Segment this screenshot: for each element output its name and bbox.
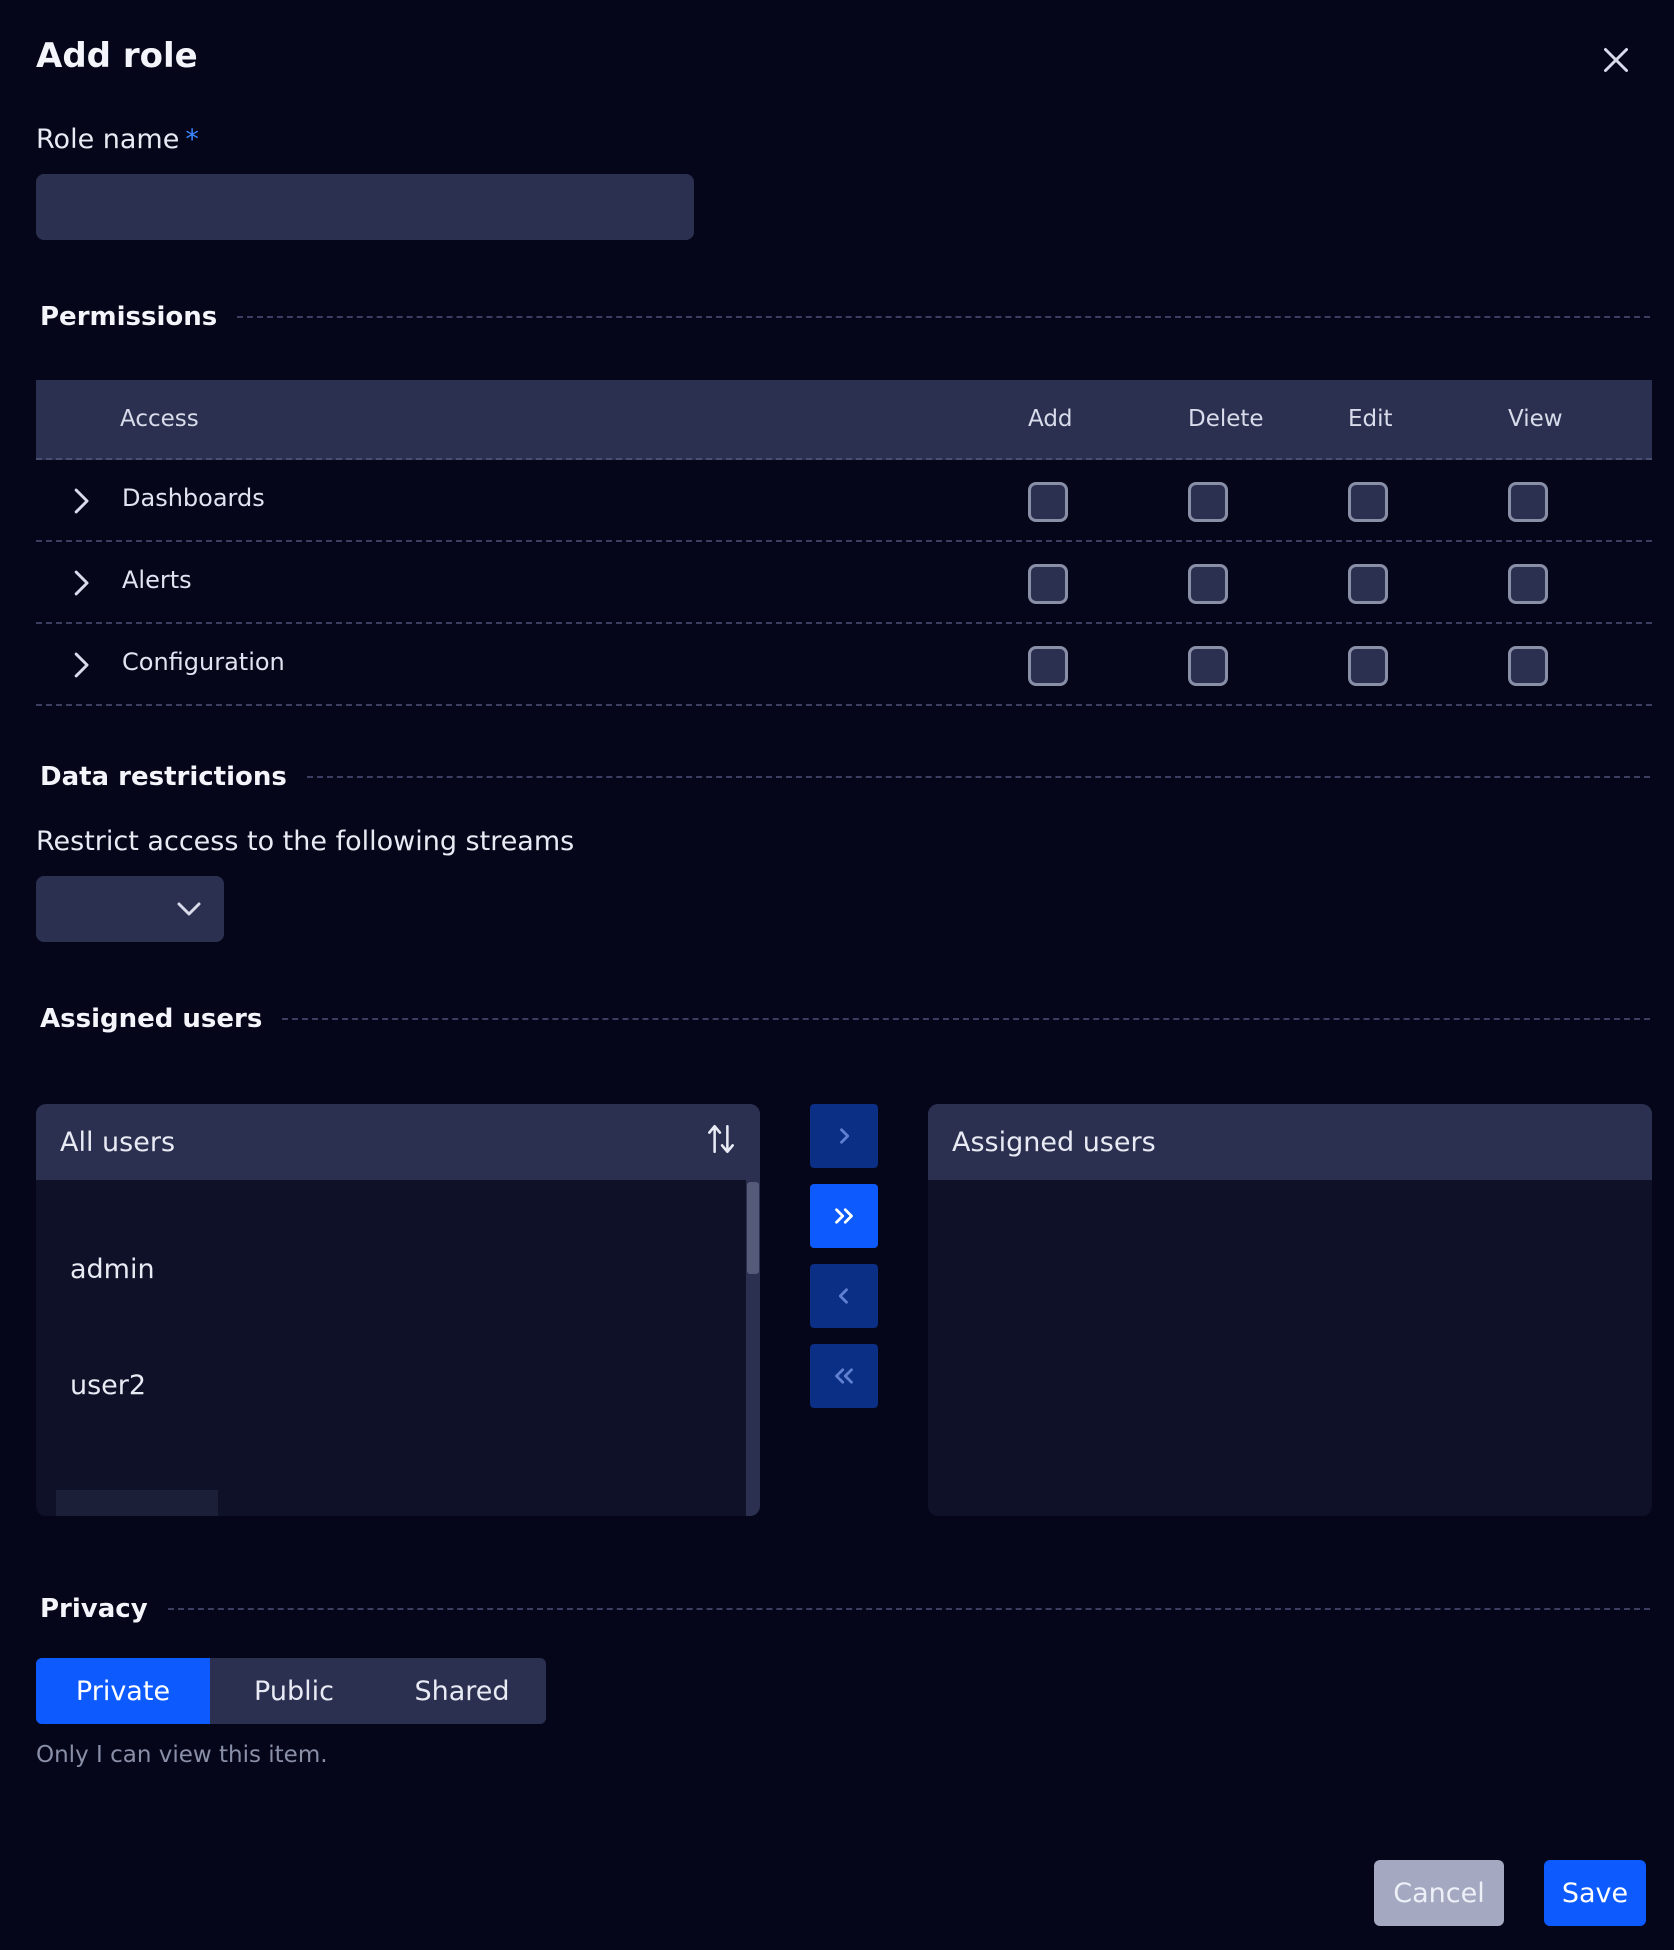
assigned-users-section-title: Assigned users — [40, 1004, 1650, 1034]
streams-select[interactable] — [36, 876, 224, 942]
permissions-table-header: Access Add Delete Edit View — [36, 380, 1652, 460]
role-name-label: Role name * — [36, 124, 199, 155]
chevron-right-icon[interactable] — [66, 566, 96, 600]
section-divider — [306, 776, 1650, 778]
checkbox-configuration-view[interactable] — [1508, 646, 1548, 686]
privacy-option-public[interactable]: Public — [210, 1658, 378, 1724]
checkbox-alerts-add[interactable] — [1028, 564, 1068, 604]
assigned-users-list: Assigned users — [928, 1104, 1652, 1516]
chevron-right-icon[interactable] — [66, 484, 96, 518]
privacy-section-title: Privacy — [40, 1594, 1650, 1624]
permission-row-label: Configuration — [122, 648, 285, 676]
role-name-input[interactable] — [36, 174, 694, 240]
chevron-left-icon — [838, 1288, 848, 1304]
column-view: View — [1508, 406, 1563, 432]
checkbox-alerts-edit[interactable] — [1348, 564, 1388, 604]
privacy-segmented-control: Private Public Shared — [36, 1658, 546, 1724]
move-all-right-button[interactable] — [810, 1184, 878, 1248]
double-chevron-right-icon — [835, 1208, 853, 1224]
required-mark: * — [185, 124, 199, 155]
move-all-left-button[interactable] — [810, 1344, 878, 1408]
chevron-right-icon[interactable] — [66, 648, 96, 682]
add-role-dialog: Add role Role name * Permissions Access A… — [0, 0, 1674, 1950]
privacy-option-shared[interactable]: Shared — [378, 1658, 546, 1724]
section-divider — [237, 316, 1650, 318]
checkbox-dashboards-add[interactable] — [1028, 482, 1068, 522]
permission-row-configuration: Configuration — [36, 624, 1652, 706]
chevron-right-icon — [840, 1128, 850, 1144]
checkbox-configuration-delete[interactable] — [1188, 646, 1228, 686]
restrict-streams-label: Restrict access to the following streams — [36, 826, 575, 857]
privacy-hint: Only I can view this item. — [36, 1742, 328, 1768]
checkbox-configuration-edit[interactable] — [1348, 646, 1388, 686]
scrollbar-thumb[interactable] — [747, 1182, 759, 1274]
permissions-section-title: Permissions — [40, 302, 1650, 332]
checkbox-configuration-add[interactable] — [1028, 646, 1068, 686]
move-selected-right-button[interactable] — [810, 1104, 878, 1168]
checkbox-dashboards-delete[interactable] — [1188, 482, 1228, 522]
all-users-list: All users admin user2 — [36, 1104, 760, 1516]
cancel-button[interactable]: Cancel — [1374, 1860, 1504, 1926]
privacy-option-private[interactable]: Private — [36, 1658, 210, 1724]
column-add: Add — [1028, 406, 1073, 432]
column-edit: Edit — [1348, 406, 1393, 432]
all-users-header: All users — [36, 1104, 760, 1180]
close-icon[interactable] — [1598, 42, 1634, 78]
checkbox-alerts-view[interactable] — [1508, 564, 1548, 604]
permission-row-label: Dashboards — [122, 484, 265, 512]
dialog-title: Add role — [36, 36, 198, 76]
chevron-down-icon — [177, 902, 201, 916]
permission-row-dashboards: Dashboards — [36, 460, 1652, 542]
data-restrictions-section-title: Data restrictions — [40, 762, 1650, 792]
double-chevron-left-icon — [835, 1368, 853, 1384]
assigned-users-header: Assigned users — [928, 1104, 1652, 1180]
section-divider — [167, 1608, 1650, 1610]
list-item-partial — [56, 1490, 218, 1516]
section-divider — [282, 1018, 1650, 1020]
list-item[interactable]: user2 — [70, 1370, 146, 1401]
column-delete: Delete — [1188, 406, 1264, 432]
checkbox-dashboards-edit[interactable] — [1348, 482, 1388, 522]
scrollbar[interactable] — [746, 1180, 760, 1516]
permission-row-label: Alerts — [122, 566, 192, 594]
save-button[interactable]: Save — [1544, 1860, 1646, 1926]
column-access: Access — [120, 406, 199, 432]
checkbox-dashboards-view[interactable] — [1508, 482, 1548, 522]
sort-icon[interactable] — [706, 1122, 736, 1163]
permission-row-alerts: Alerts — [36, 542, 1652, 624]
move-selected-left-button[interactable] — [810, 1264, 878, 1328]
list-item[interactable]: admin — [70, 1254, 155, 1285]
permissions-table: Access Add Delete Edit View Dashboards A… — [36, 380, 1652, 706]
checkbox-alerts-delete[interactable] — [1188, 564, 1228, 604]
